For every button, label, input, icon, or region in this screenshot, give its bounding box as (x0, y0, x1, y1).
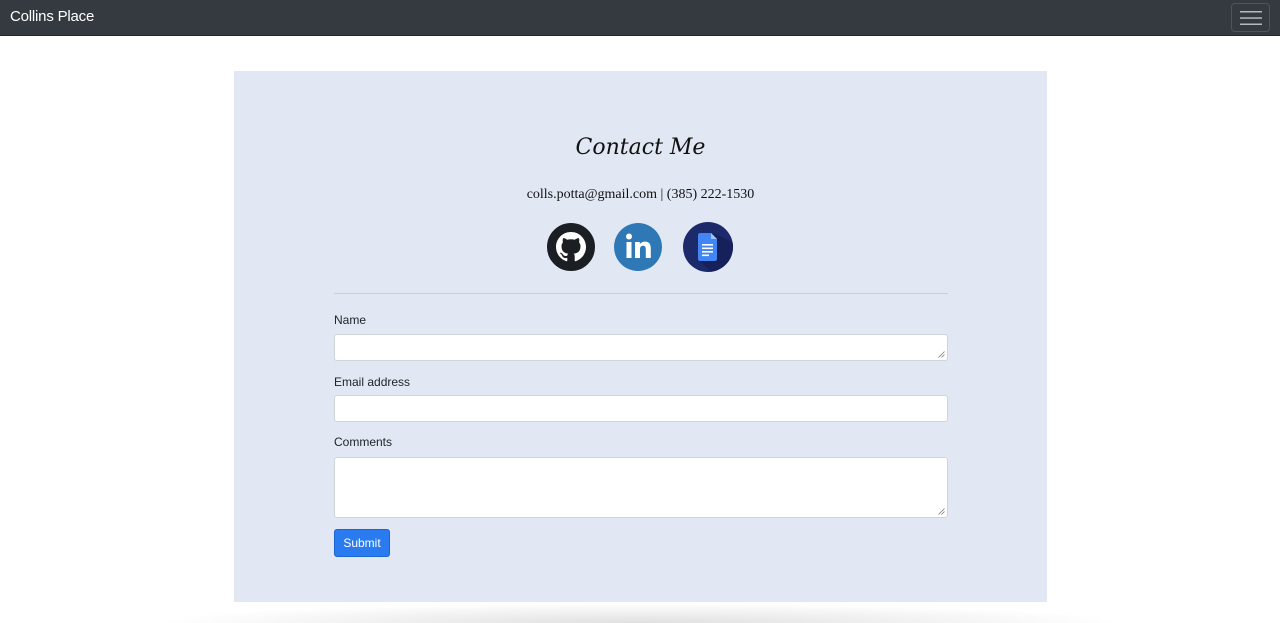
email-label: Email address (334, 375, 411, 389)
footer-shadow (150, 603, 1130, 623)
brand-link[interactable]: Collins Place (10, 8, 94, 25)
github-icon (547, 223, 595, 271)
name-label: Name (334, 313, 367, 327)
page-title: Contact Me (575, 135, 706, 160)
comments-label: Comments (334, 435, 393, 449)
menu-toggle-button[interactable] (1231, 3, 1270, 32)
linkedin-icon (614, 223, 662, 271)
google-docs-icon (683, 222, 733, 272)
resume-link[interactable] (683, 222, 733, 272)
comments-field[interactable] (334, 457, 948, 518)
contact-card: Contact Me colls.potta@gmail.com | (385)… (234, 71, 1047, 602)
contact-info: colls.potta@gmail.com | (385) 222-1530 (526, 187, 755, 202)
submit-button[interactable]: Submit (334, 529, 390, 557)
hamburger-icon (1239, 10, 1262, 25)
resize-grip-icon[interactable] (938, 351, 945, 358)
github-link[interactable] (546, 222, 596, 272)
navbar: Collins Place (0, 0, 1280, 36)
linkedin-link[interactable] (613, 222, 663, 272)
resize-grip-icon[interactable] (938, 508, 945, 515)
section-divider (334, 293, 948, 294)
name-field[interactable] (334, 334, 948, 361)
email-field[interactable] (334, 395, 948, 422)
